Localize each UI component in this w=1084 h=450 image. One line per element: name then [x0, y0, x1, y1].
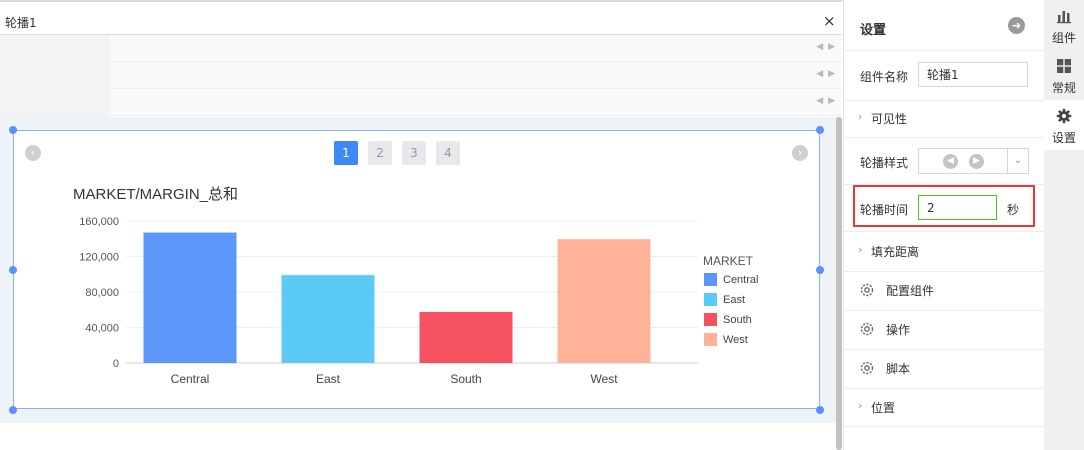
padding-label: 填充距离	[871, 245, 920, 259]
bar-south	[419, 311, 513, 363]
x-tick-label: Central	[171, 372, 210, 386]
legend-title: MARKET	[703, 254, 754, 268]
legend-swatch	[704, 293, 717, 306]
visibility-label: 可见性	[871, 112, 908, 126]
x-tick-label: East	[316, 372, 341, 386]
grid-icon	[1057, 59, 1071, 73]
chevron-right-icon: ›	[858, 399, 863, 412]
style-prev-icon: ◀	[943, 154, 958, 169]
toolbar-components[interactable]: 组件	[1044, 0, 1084, 50]
toolbar-settings[interactable]: 设置	[1044, 100, 1084, 150]
gear-icon	[860, 283, 874, 297]
toolbar-label: 常规	[1051, 81, 1076, 95]
y-tick-label: 40,000	[85, 323, 119, 335]
legend-swatch	[704, 273, 717, 286]
legend-swatch	[704, 313, 717, 326]
chevron-right-icon: ›	[858, 110, 863, 123]
visibility-section[interactable]: › 可见性	[844, 100, 1045, 138]
chart-title: MARKET/MARGIN_总和	[73, 186, 238, 203]
configure-section[interactable]: 配置组件	[844, 271, 1045, 311]
bar-east	[281, 275, 375, 363]
style-next-icon: ▶	[969, 154, 984, 169]
x-tick-label: South	[450, 372, 481, 386]
y-tick-label: 160,000	[79, 216, 119, 228]
chevron-down-icon[interactable]: ⌄	[1007, 149, 1028, 173]
padding-section[interactable]: › 填充距离	[844, 231, 1045, 272]
position-section[interactable]: › 位置	[844, 388, 1045, 427]
legend-item: Central	[723, 274, 758, 286]
bar-chart-icon	[1057, 11, 1071, 24]
gear-icon	[1056, 108, 1072, 124]
operation-label: 操作	[886, 323, 911, 337]
legend-item: West	[723, 334, 748, 346]
y-tick-label: 120,000	[79, 252, 119, 264]
bar-chart: MARKET/MARGIN_总和 0 40,000 80,000 120,000 160,…	[73, 186, 758, 386]
legend-item: South	[723, 314, 752, 326]
toolbar-label: 设置	[1051, 131, 1076, 145]
x-tick-label: West	[590, 372, 618, 386]
toolbar-label: 组件	[1051, 31, 1076, 45]
carousel-time-input[interactable]	[918, 195, 997, 220]
position-label: 位置	[871, 401, 896, 415]
script-label: 脚本	[886, 362, 911, 376]
toolbar-general[interactable]: 常规	[1044, 50, 1084, 100]
legend-item: East	[723, 294, 745, 306]
carousel-style-select[interactable]: ◀ ▶ ⌄	[918, 148, 1029, 174]
chevron-right-icon: ›	[858, 243, 863, 256]
y-tick-label: 80,000	[85, 287, 119, 299]
operation-section[interactable]: 操作	[844, 310, 1045, 350]
gear-icon	[860, 361, 874, 375]
settings-panel: 设置 ➜ 组件名称 › 可见性 轮播样式 ◀ ▶ ⌄ 轮播时间 秒 › 填充距离…	[843, 0, 1045, 450]
right-toolbar: 组件 常规 设置	[1044, 0, 1084, 450]
style-label: 轮播样式	[860, 156, 909, 170]
editor-area: 轮播1 × ◀ ▶ ◀ ▶ ◀ ▶ ‹ › 1 2 3 4 MARKET/MAR…	[0, 0, 842, 450]
component-name-input[interactable]	[918, 62, 1028, 87]
legend-swatch	[704, 333, 717, 346]
scrollbar-thumb[interactable]	[836, 117, 842, 450]
gear-icon	[860, 322, 874, 336]
script-section[interactable]: 脚本	[844, 349, 1045, 389]
y-tick-label: 0	[113, 358, 119, 370]
settings-header-row	[844, 0, 1045, 51]
bar-west	[557, 239, 651, 363]
name-label: 组件名称	[860, 70, 909, 84]
bar-central	[143, 232, 237, 363]
configure-label: 配置组件	[886, 284, 935, 298]
